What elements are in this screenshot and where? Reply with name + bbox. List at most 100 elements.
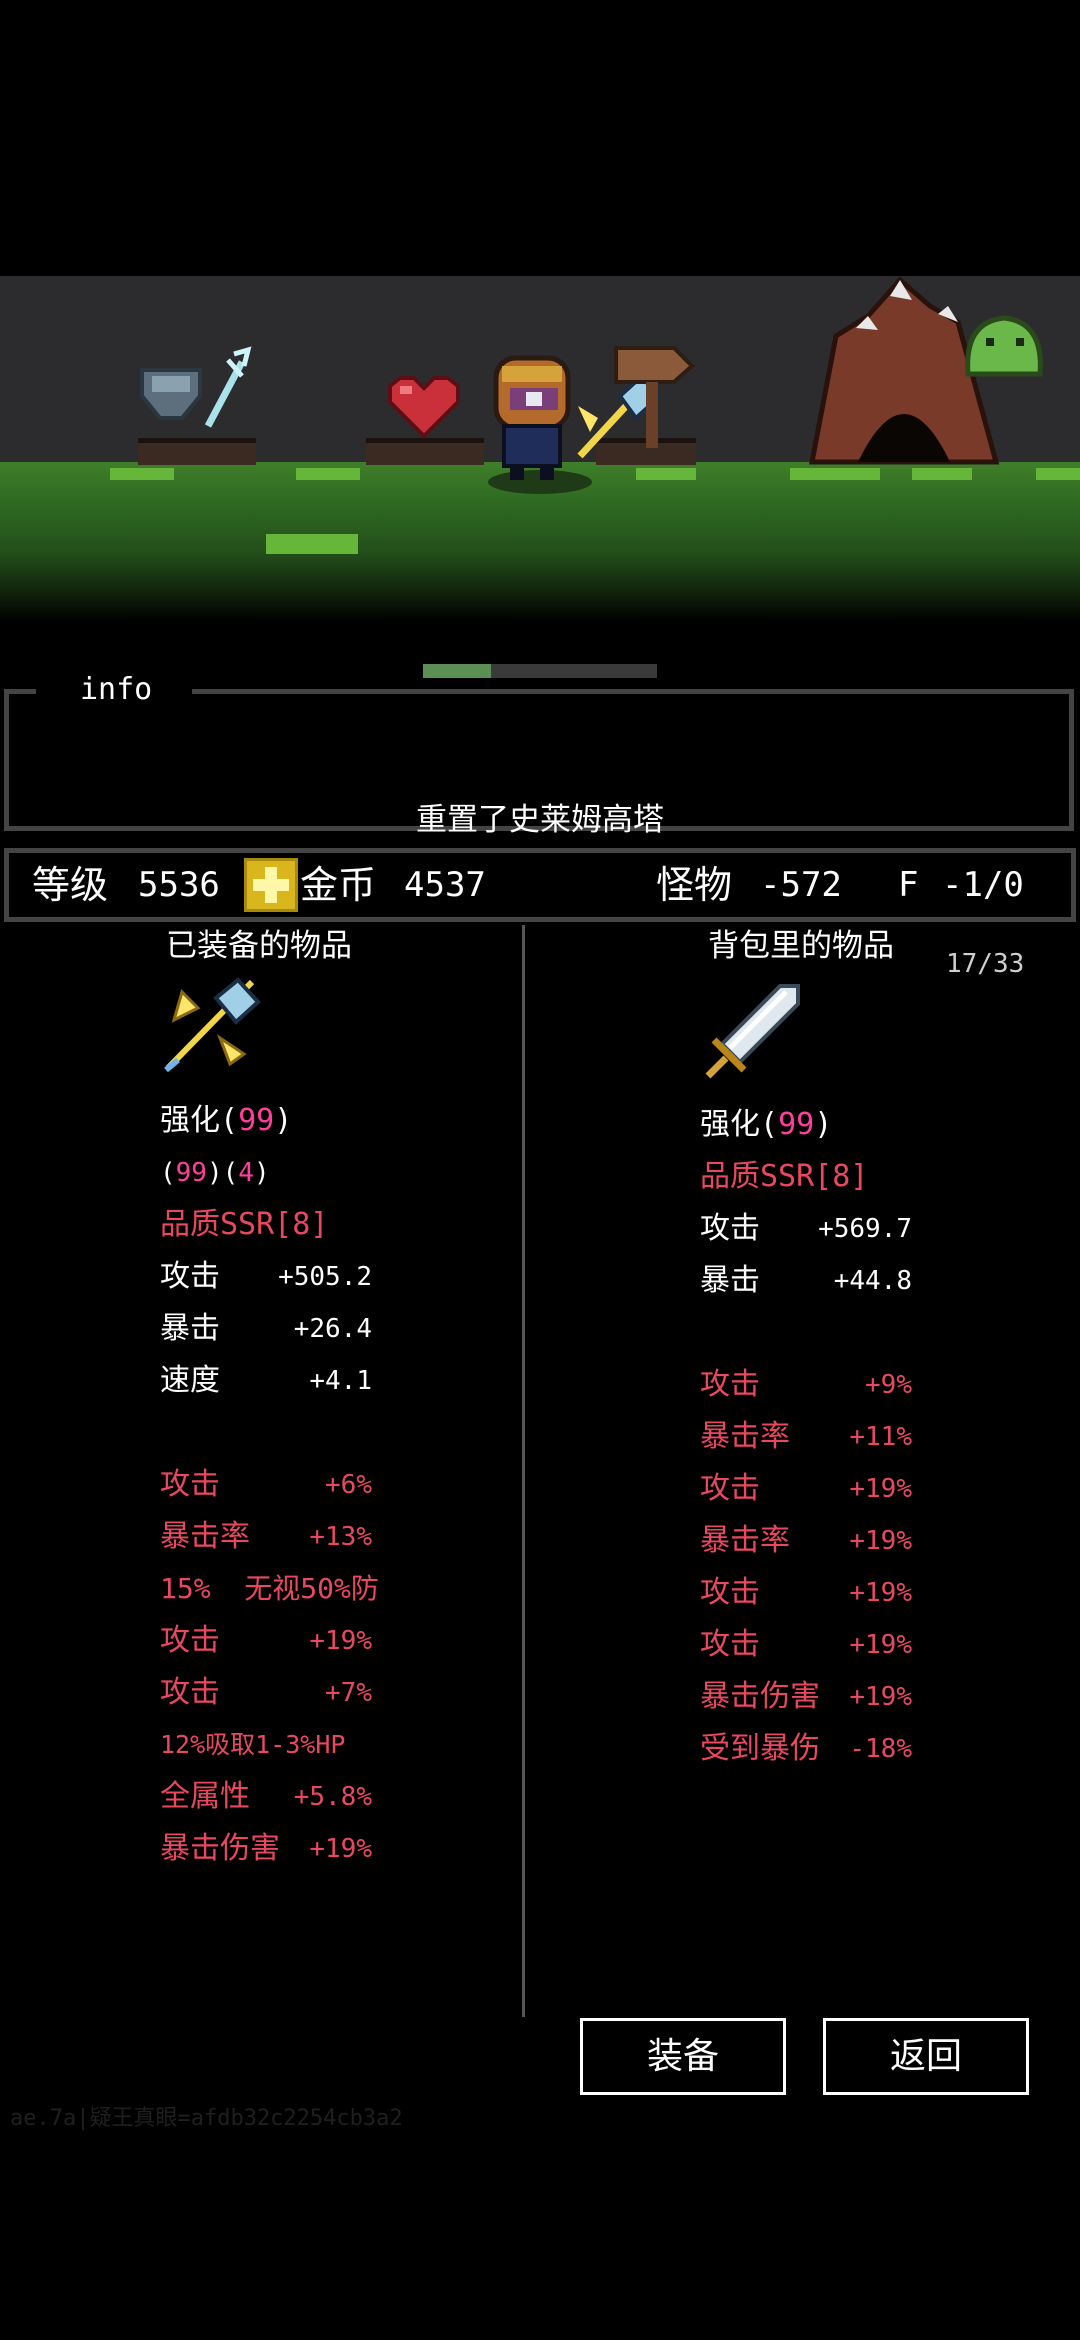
level-value: 5536 [138,865,220,905]
equipped-bonus-row: 12%吸取1-3%HP [160,1725,372,1765]
bonus-value: +19% [309,1626,372,1656]
silver-sword-icon[interactable] [700,978,806,1082]
sub-mid: )( [206,1158,239,1188]
bonus-label: 15% 无视50%防 [160,1572,379,1605]
backpack-bonus-row: 受到暴伤 -18% [700,1729,912,1769]
grass-patch [636,468,696,480]
monster-value: -572 [760,865,842,905]
bonus-value: -18% [849,1734,912,1764]
grass-patch [790,468,880,480]
stat-label: 暴击 [700,1263,760,1298]
sub-open: ( [160,1158,176,1188]
grass-patch [1036,468,1080,480]
game-scene [0,276,1080,621]
backpack-stat-row: 攻击 +569.7 [700,1209,912,1249]
gold-value: 4537 [404,865,486,905]
add-gold-plus-icon[interactable] [244,858,298,912]
progress-fill [423,664,491,678]
bonus-label: 暴击率 [700,1523,790,1558]
stat-label: 暴击 [160,1311,220,1346]
grass-patch [912,468,972,480]
sub-close: ) [253,1158,270,1188]
bonus-label: 12%吸取1-3%HP [160,1730,346,1759]
stat-label: 攻击 [700,1211,760,1246]
bonus-value: +13% [309,1522,372,1552]
equipped-title: 已装备的物品 [166,928,352,964]
backpack-enhance: 强化(99) [700,1105,832,1145]
info-title: info [36,670,193,710]
backpack-bonus-row: 暴击率 +19% [700,1521,912,1561]
bonus-value: +19% [309,1834,372,1864]
item-pedestal [366,438,484,465]
bonus-value: +5.8% [293,1782,372,1812]
backpack-bonus-row: 攻击 +19% [700,1625,912,1665]
backpack-bonus-row: 攻击 +9% [700,1365,912,1405]
slime-monster[interactable] [960,312,1046,380]
bonus-value: +9% [865,1370,912,1400]
bonus-label: 攻击 [700,1471,760,1506]
floor-value: -1/0 [942,865,1024,905]
grass-patch [110,468,174,480]
equipped-bonus-row: 全属性 +5.8% [160,1777,372,1817]
equipped-quality: 品质SSR[8] [160,1207,329,1242]
info-message: 重置了史莱姆高塔 [416,802,664,838]
bonus-value: +19% [849,1630,912,1660]
bonus-label: 暴击伤害 [160,1831,280,1866]
monster-label: 怪物 [656,863,733,907]
equipped-bonus-row: 暴击率 +13% [160,1517,372,1557]
bonus-value: +19% [849,1578,912,1608]
bonus-value: +19% [849,1682,912,1712]
backpack-bonus-row: 暴击伤害 +19% [700,1677,912,1717]
backpack-bonus-row: 攻击 +19% [700,1573,912,1613]
stat-label: 速度 [160,1363,220,1398]
bonus-label: 攻击 [160,1623,220,1658]
equip-button[interactable]: 装备 [580,2018,786,2095]
bonus-value: +7% [325,1678,372,1708]
item-pedestal [138,438,256,465]
equipped-stat-row: 速度 +4.1 [160,1361,372,1401]
stat-value: +505.2 [278,1262,372,1292]
enhance-value: 99 [778,1107,815,1142]
bonus-label: 攻击 [700,1575,760,1610]
equipped-bonus-row: 攻击 +6% [160,1465,372,1505]
bonus-value: +11% [849,1422,912,1452]
bonus-label: 暴击伤害 [700,1679,820,1714]
shield-trident-icon[interactable] [138,346,258,441]
enhance-label: 强化( [160,1103,239,1138]
equipped-bonus-row: 攻击 +19% [160,1621,372,1661]
bonus-label: 暴击率 [700,1419,790,1454]
enhance-label: 强化( [700,1107,779,1142]
backpack-title: 背包里的物品 [708,928,894,964]
bonus-label: 攻击 [700,1367,760,1402]
progress-bar [423,664,657,678]
enhance-close: ) [274,1103,293,1138]
stat-label: 攻击 [160,1259,220,1294]
backpack-bonus-row: 攻击 +19% [700,1469,912,1509]
watermark-text: ae.7a|疑王真眼=afdb32c2254cb3a2 [10,2106,403,2131]
equipped-stat-row: 攻击 +505.2 [160,1257,372,1297]
bonus-label: 攻击 [160,1467,220,1502]
enhance-close: ) [814,1107,833,1142]
equipped-stat-row: 暴击 +26.4 [160,1309,372,1349]
bonus-value: +19% [849,1474,912,1504]
bonus-label: 攻击 [160,1675,220,1710]
equipped-bonus-row: 15% 无视50%防 [160,1569,379,1609]
stat-value: +26.4 [293,1314,372,1344]
sub-value1: 99 [175,1158,207,1188]
stat-value: +44.8 [833,1266,912,1296]
gold-label: 金币 [300,863,377,907]
heart-icon[interactable] [386,376,462,440]
grass-patch [296,468,360,480]
grass-patch [266,534,358,554]
golden-axe-icon[interactable] [160,972,266,1076]
equipped-enhance: 强化(99) [160,1101,292,1141]
signpost-icon[interactable] [612,342,696,452]
backpack-bonus-row: 暴击率 +11% [700,1417,912,1457]
equipped-bonus-row: 暴击伤害 +19% [160,1829,372,1869]
bonus-label: 全属性 [160,1779,250,1814]
equipped-sub-enhance: (99)(4) [160,1153,270,1193]
back-button[interactable]: 返回 [823,2018,1029,2095]
bonus-label: 攻击 [700,1627,760,1662]
bonus-label: 暴击率 [160,1519,250,1554]
bonus-value: +6% [325,1470,372,1500]
